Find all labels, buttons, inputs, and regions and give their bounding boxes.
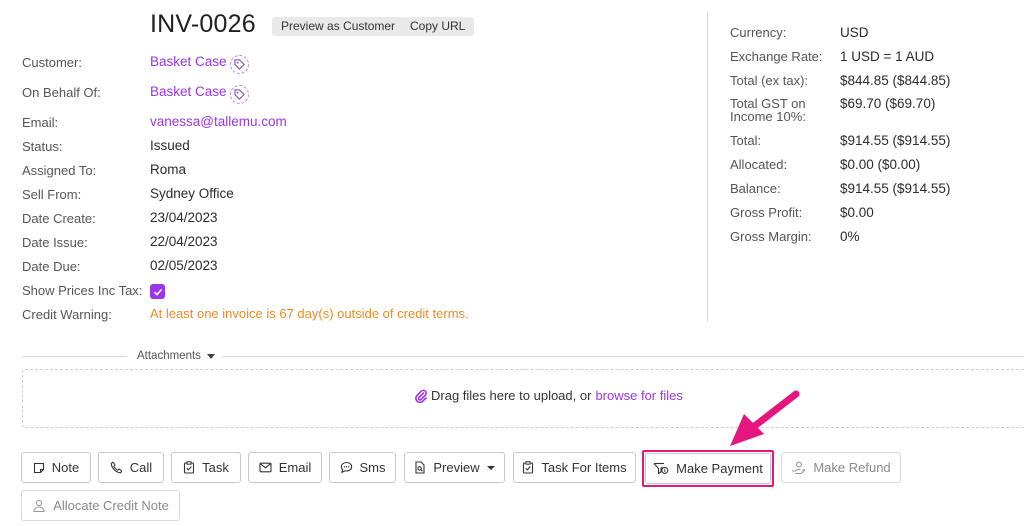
total-value: $914.55 ($914.55) — [840, 133, 951, 148]
pointer-arrow-icon — [730, 390, 800, 446]
clipboard-check-icon — [523, 461, 534, 474]
call-button[interactable]: Call — [98, 452, 164, 483]
show-prices-inc-tax-checkbox[interactable] — [150, 284, 165, 299]
call-button-label: Call — [129, 460, 153, 475]
credit-warning-text: At least one invoice is 67 day(s) outsid… — [150, 306, 469, 321]
note-button-label: Note — [51, 460, 80, 475]
attachments-divider — [222, 356, 1024, 357]
email-button[interactable]: Email — [248, 452, 322, 483]
balance-value: $914.55 ($914.55) — [840, 181, 951, 196]
balance-label: Balance: — [730, 181, 781, 196]
sms-button[interactable]: Sms — [329, 452, 396, 483]
date-due-label: Date Due: — [22, 259, 81, 274]
email-label: Email: — [22, 115, 59, 130]
refund-hand-icon — [792, 461, 806, 474]
phone-icon — [110, 461, 123, 474]
clipboard-check-icon — [184, 461, 195, 474]
column-divider — [707, 12, 708, 322]
sell-from-label: Sell From: — [22, 187, 82, 202]
gst-label-line2: Income 10%: — [730, 109, 806, 124]
show-prices-inc-tax-label: Show Prices Inc Tax: — [22, 283, 143, 298]
sell-from-value: Sydney Office — [150, 186, 234, 201]
tag-icon[interactable] — [230, 85, 249, 104]
date-create-value: 23/04/2023 — [150, 210, 218, 225]
allocate-credit-note-button-label: Allocate Credit Note — [53, 498, 169, 513]
assigned-to-label: Assigned To: — [22, 163, 97, 178]
email-link[interactable]: vanessa@tallemu.com — [150, 114, 287, 129]
on-behalf-of-link[interactable]: Basket Case — [150, 84, 227, 99]
attachments-divider — [22, 356, 127, 357]
document-search-icon — [415, 461, 425, 474]
caret-down-icon — [486, 465, 495, 470]
check-icon — [153, 288, 162, 296]
preview-as-customer-button[interactable]: Preview as Customer — [272, 17, 405, 36]
dropzone-label: Drag files here to upload, or — [431, 388, 592, 403]
chat-bubble-icon — [340, 461, 352, 474]
attachments-toggle[interactable]: Attachments — [137, 350, 215, 362]
task-button-label: Task — [202, 460, 229, 475]
make-refund-button-label: Make Refund — [813, 460, 891, 475]
gross-margin-label: Gross Margin: — [730, 229, 812, 244]
preview-button-label: Preview — [433, 460, 480, 475]
total-ex-tax-label: Total (ex tax): — [730, 73, 809, 88]
task-button[interactable]: Task — [171, 452, 241, 483]
gst-value: $69.70 ($69.70) — [840, 96, 936, 111]
exchange-rate-label: Exchange Rate: — [730, 49, 823, 64]
attachments-label: Attachments — [137, 350, 201, 362]
gross-profit-value: $0.00 — [840, 205, 874, 220]
currency-value: USD — [840, 25, 869, 40]
credit-warning-label: Credit Warning: — [22, 307, 112, 322]
date-issue-label: Date Issue: — [22, 235, 88, 250]
sms-button-label: Sms — [359, 460, 386, 475]
copy-url-button[interactable]: Copy URL — [401, 17, 475, 36]
allocate-credit-icon — [33, 499, 45, 512]
total-label: Total: — [730, 133, 762, 148]
total-ex-tax-value: $844.85 ($844.85) — [840, 73, 951, 88]
gross-profit-label: Gross Profit: — [730, 205, 803, 220]
envelope-icon — [259, 462, 272, 473]
customer-link[interactable]: Basket Case — [150, 54, 227, 69]
date-due-value: 02/05/2023 — [150, 258, 218, 273]
allocated-value: $0.00 ($0.00) — [840, 157, 921, 172]
date-issue-value: 22/04/2023 — [150, 234, 218, 249]
customer-label: Customer: — [22, 55, 82, 70]
tag-icon[interactable] — [230, 55, 249, 74]
task-for-items-button-label: Task For Items — [541, 460, 627, 475]
invoice-title: INV-0026 — [150, 10, 256, 38]
paperclip-icon — [415, 389, 427, 403]
browse-files-link[interactable]: browse for files — [595, 388, 682, 403]
assigned-to-value: Roma — [150, 162, 187, 177]
currency-label: Currency: — [730, 25, 787, 40]
status-value: Issued — [150, 138, 190, 153]
date-create-label: Date Create: — [22, 211, 96, 226]
caret-down-icon — [206, 353, 215, 359]
status-label: Status: — [22, 139, 63, 154]
allocate-credit-note-button[interactable]: Allocate Credit Note — [21, 490, 180, 521]
allocated-label: Allocated: — [730, 157, 788, 172]
note-icon — [33, 462, 44, 473]
gross-margin-value: 0% — [840, 229, 860, 244]
dropzone-text: Drag files here to upload, or browse for… — [415, 388, 683, 403]
note-button[interactable]: Note — [21, 452, 91, 483]
exchange-rate-value: 1 USD = 1 AUD — [840, 49, 935, 64]
task-for-items-button[interactable]: Task For Items — [513, 452, 636, 483]
on-behalf-of-label: On Behalf Of: — [22, 85, 101, 100]
preview-dropdown-button[interactable]: Preview — [404, 452, 505, 483]
email-button-label: Email — [278, 460, 312, 475]
